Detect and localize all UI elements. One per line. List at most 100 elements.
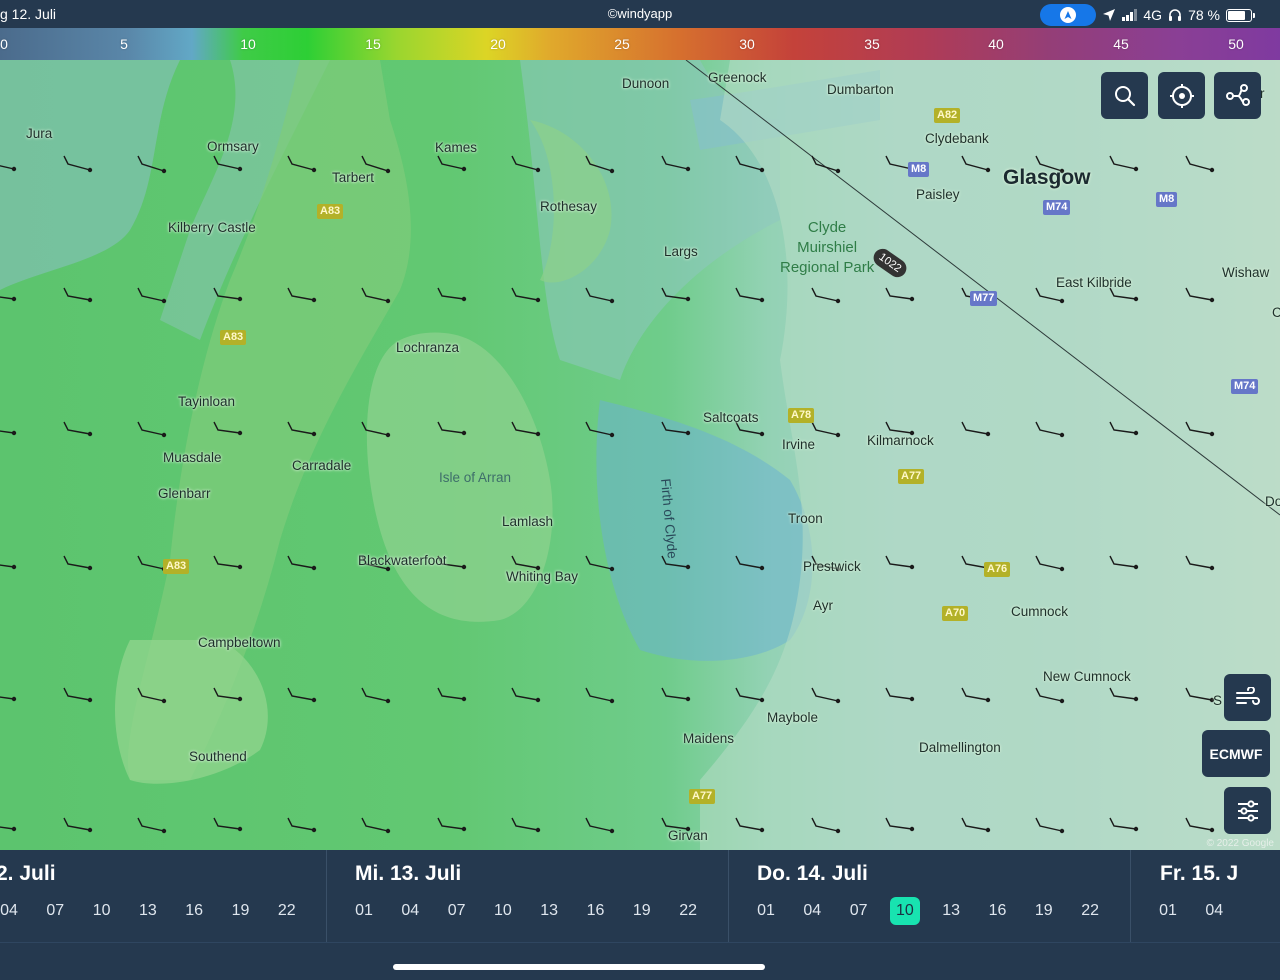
navigation-pill[interactable] <box>1040 4 1097 26</box>
status-indicators: 4G 78 % <box>1040 4 1255 26</box>
timeline-divider <box>0 942 1280 943</box>
road-shield: A83 <box>163 559 190 574</box>
wind-barb <box>661 687 691 702</box>
wind-barb <box>585 155 615 174</box>
wind-barb <box>287 687 317 703</box>
place-label: Muasdale <box>163 450 222 465</box>
wind-speed-legend: 0 5 10 15 20 25 30 35 40 45 50 <box>0 28 1280 60</box>
wind-barb <box>1109 817 1139 832</box>
place-label: Girvan <box>668 828 708 843</box>
wind-barb <box>1185 817 1215 833</box>
wind-icon <box>1235 686 1260 705</box>
wind-barb <box>213 421 243 436</box>
wind-barb <box>1185 421 1215 437</box>
place-label: Wishaw <box>1222 265 1270 280</box>
timeline-hour[interactable]: 04 <box>1199 897 1229 925</box>
wind-barb <box>287 555 317 571</box>
wind-barb <box>735 687 765 703</box>
wind-barb <box>735 287 765 303</box>
weather-map[interactable]: Jura Ormsary Tarbert Kames Dunoon Greeno… <box>0 60 1280 850</box>
wind-barb <box>811 421 841 438</box>
timeline-day: Fr. 15. J 01 04 <box>0 850 1280 942</box>
wind-barb <box>437 421 467 436</box>
wind-barb <box>735 155 765 173</box>
place-label: Clydebank <box>925 131 989 146</box>
place-label: Tarbert <box>332 170 375 185</box>
wind-barb <box>511 155 541 173</box>
legend-tick: 20 <box>490 36 506 52</box>
wind-barb <box>1185 287 1215 303</box>
wind-barb <box>961 155 991 173</box>
wind-barb <box>961 817 991 833</box>
wind-barb <box>0 296 17 302</box>
battery-icon <box>1226 8 1255 22</box>
wind-barb <box>885 817 915 832</box>
place-label: Kilberry Castle <box>168 220 256 235</box>
wind-barb <box>885 287 915 302</box>
wind-barb <box>1035 687 1065 704</box>
legend-tick: 25 <box>614 36 630 52</box>
sliders-icon <box>1237 799 1258 822</box>
search-button[interactable] <box>1101 72 1148 119</box>
place-label: Campbeltown <box>198 635 281 650</box>
locate-button[interactable] <box>1158 72 1205 119</box>
wind-barb <box>63 421 93 437</box>
wind-barb <box>361 287 391 304</box>
wind-barb <box>213 687 243 702</box>
signal-icon <box>1122 9 1138 21</box>
search-icon <box>1114 85 1135 106</box>
route-icon <box>1225 83 1250 106</box>
place-label: Carradale <box>292 458 352 473</box>
wind-barb <box>361 817 391 834</box>
place-label: Troon <box>788 511 823 526</box>
wind-barb <box>1035 287 1065 304</box>
wind-barb <box>735 817 765 833</box>
wind-barb <box>361 687 391 704</box>
place-label: Kilmarnock <box>867 433 934 448</box>
wind-barb <box>437 817 467 832</box>
wind-barb <box>0 564 17 570</box>
windy-app-screen: g 12. Juli ©windyapp 4G 78 % 0 5 10 15 2… <box>0 0 1280 980</box>
wind-barb <box>811 687 841 704</box>
park-label: Clyde Muirshiel Regional Park <box>780 218 874 278</box>
wind-barb <box>137 421 167 438</box>
wind-layer-button[interactable] <box>1224 674 1271 721</box>
forecast-timeline[interactable]: 2. Juli 04 07 10 13 16 19 22 Mi. 13. Juli 01 04 07 1… <box>0 850 1280 980</box>
model-selector-button[interactable]: ECMWF <box>1202 730 1270 777</box>
day-label: Fr. 15. J <box>1160 862 1239 885</box>
wind-barb <box>63 817 93 833</box>
place-label: Whiting Bay <box>506 569 579 584</box>
wind-barb <box>511 687 541 703</box>
route-button[interactable] <box>1214 72 1261 119</box>
wind-barb <box>885 687 915 702</box>
place-label: East Kilbride <box>1056 275 1132 290</box>
place-label: Kames <box>435 140 478 155</box>
legend-tick: 5 <box>120 36 128 52</box>
settings-button[interactable] <box>1224 787 1271 834</box>
road-shield: M74 <box>1043 200 1071 215</box>
wind-barb <box>661 287 691 302</box>
wind-barb <box>585 421 615 438</box>
wind-barb <box>63 155 93 173</box>
wind-barb <box>137 817 167 834</box>
road-shield: M8 <box>908 162 930 177</box>
wind-barb <box>961 421 991 437</box>
road-shield: A82 <box>934 108 961 123</box>
place-label: Blackwaterfoot <box>358 553 447 568</box>
wind-barb <box>961 687 991 703</box>
road-shield: A83 <box>317 204 344 219</box>
timeline-hour[interactable]: 01 <box>1153 897 1183 925</box>
wind-barb <box>511 287 541 303</box>
wind-barb <box>437 155 467 172</box>
road-shield: M77 <box>970 291 998 306</box>
legend-tick: 0 <box>0 36 8 52</box>
place-label: Saltcoats <box>703 410 759 425</box>
island-label: Isle of Arran <box>439 470 512 485</box>
wind-barb <box>811 817 841 834</box>
wind-barb <box>137 287 167 304</box>
wind-barb <box>0 696 17 702</box>
wind-barb <box>511 421 541 437</box>
place-label: C <box>1272 305 1280 320</box>
home-indicator[interactable] <box>393 964 765 970</box>
place-label: Dumbarton <box>827 82 894 97</box>
